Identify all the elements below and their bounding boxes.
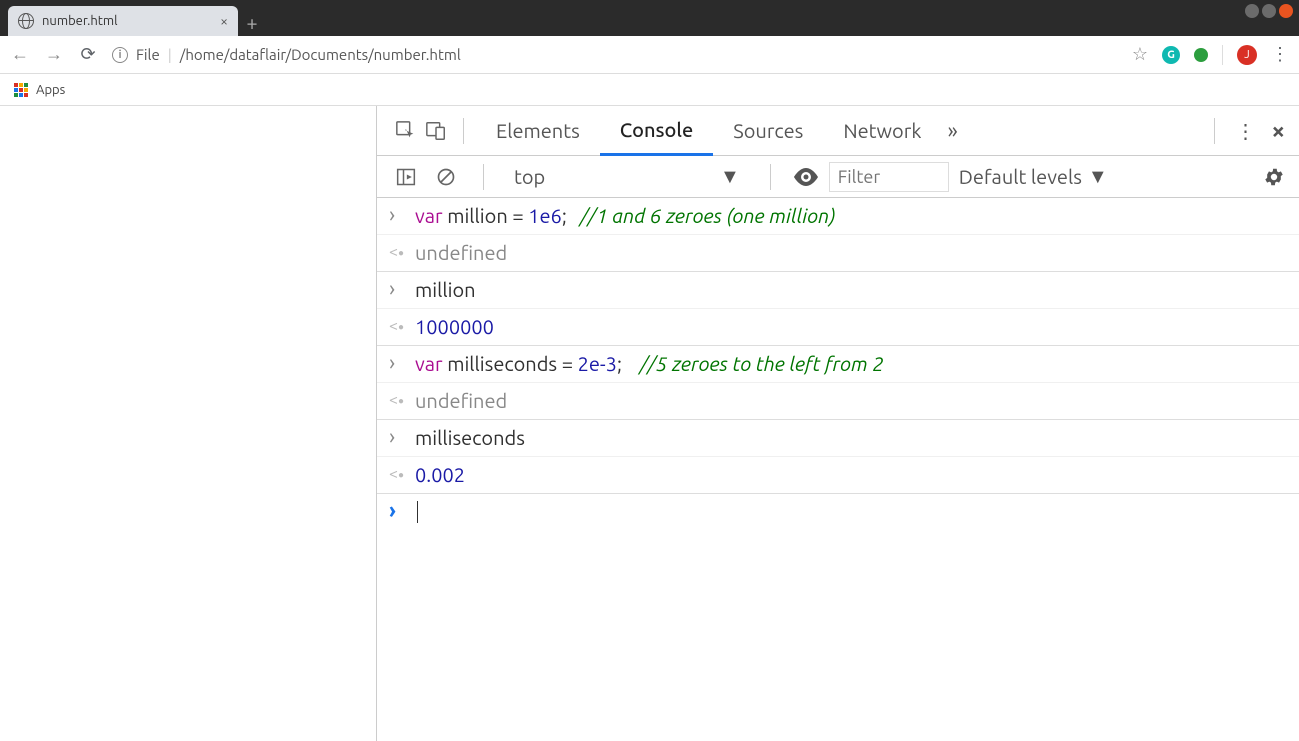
devtools-close-button[interactable]: × [1271, 117, 1285, 144]
profile-avatar[interactable]: J [1237, 45, 1257, 65]
input-marker-icon: › [389, 424, 405, 450]
tab-sources-label: Sources [733, 119, 803, 142]
tab-console-label: Console [620, 118, 693, 141]
console-toolbar: top ▼ Default levels ▼ [377, 156, 1299, 198]
console-settings-icon[interactable] [1263, 166, 1285, 188]
console-sidebar-toggle-icon[interactable] [391, 162, 421, 192]
code-text: undefined [415, 239, 507, 267]
console-output-line: <● 1000000 [377, 309, 1299, 346]
tab-console[interactable]: Console [600, 106, 713, 156]
devtools-menu-button[interactable]: ⋮ [1235, 119, 1255, 143]
code-text: milliseconds [415, 424, 525, 452]
tab-network-label: Network [843, 119, 921, 142]
tab-elements-label: Elements [496, 119, 580, 142]
chrome-menu-button[interactable]: ⋮ [1271, 44, 1289, 65]
code-text: million [415, 276, 476, 304]
devtools-panel: Elements Console Sources Network » ⋮ × t… [377, 106, 1299, 741]
inspect-element-icon[interactable] [391, 116, 421, 146]
grammarly-extension-icon[interactable]: G [1162, 46, 1180, 64]
input-marker-icon: › [389, 350, 405, 376]
live-expression-icon[interactable] [793, 168, 819, 186]
apps-label[interactable]: Apps [36, 83, 65, 97]
browser-tab[interactable]: number.html × [8, 6, 238, 36]
code-text: undefined [415, 387, 507, 415]
console-output-line: <● undefined [377, 235, 1299, 272]
tab-strip: number.html × + [0, 0, 1299, 36]
page-viewport [0, 106, 377, 741]
device-toggle-icon[interactable] [421, 116, 451, 146]
output-marker-icon: <● [389, 461, 405, 488]
main-area: Elements Console Sources Network » ⋮ × t… [0, 106, 1299, 741]
context-label: top [514, 165, 714, 188]
window-controls [1245, 4, 1293, 18]
new-tab-button[interactable]: + [238, 8, 266, 36]
tab-sources[interactable]: Sources [713, 106, 823, 156]
bookmark-star-icon[interactable]: ☆ [1132, 44, 1148, 65]
console-input-line: › var million = 1e6; //1 and 6 zeroes (on… [377, 198, 1299, 235]
code-text: 0.002 [415, 461, 465, 489]
clear-console-icon[interactable] [431, 162, 461, 192]
log-levels-selector[interactable]: Default levels ▼ [959, 164, 1108, 189]
tabs-overflow-icon[interactable]: » [947, 118, 957, 143]
bookmarks-bar: Apps [0, 74, 1299, 106]
forward-button[interactable]: → [44, 44, 64, 65]
toolbar-right: ☆ G J ⋮ [1132, 44, 1289, 65]
url-path: /home/dataflair/Documents/number.html [180, 46, 461, 63]
console-prompt[interactable]: › [377, 494, 1299, 530]
tab-title: number.html [42, 14, 118, 28]
toolbar-divider [1222, 45, 1223, 65]
prompt-marker-icon: › [389, 498, 405, 524]
console-input-line: › million [377, 272, 1299, 309]
toolbar-separator [770, 164, 771, 190]
console-output[interactable]: › var million = 1e6; //1 and 6 zeroes (on… [377, 198, 1299, 741]
extension-green-icon[interactable] [1194, 48, 1208, 62]
output-marker-icon: <● [389, 313, 405, 340]
apps-icon[interactable] [14, 83, 28, 97]
console-input-line: › milliseconds [377, 420, 1299, 457]
execution-context-selector[interactable]: top ▼ [506, 164, 748, 189]
tab-elements[interactable]: Elements [476, 106, 600, 156]
input-marker-icon: › [389, 202, 405, 228]
code-text: var milliseconds = 2e-3; //5 zeroes to t… [415, 350, 884, 378]
window-minimize-button[interactable] [1245, 4, 1259, 18]
globe-icon [18, 13, 34, 29]
code-text: 1000000 [415, 313, 494, 341]
url-scheme-label: File [136, 46, 160, 63]
window-close-button[interactable] [1279, 4, 1293, 18]
output-marker-icon: <● [389, 239, 405, 266]
url-separator: | [168, 46, 172, 63]
chevron-down-icon: ▼ [1088, 164, 1108, 189]
tab-network[interactable]: Network [823, 106, 941, 156]
console-output-line: <● 0.002 [377, 457, 1299, 494]
address-bar: ← → ⟳ i File | /home/dataflair/Documents… [0, 36, 1299, 74]
site-info-icon[interactable]: i [112, 47, 128, 63]
back-button[interactable]: ← [10, 44, 30, 65]
log-levels-label: Default levels [959, 165, 1082, 188]
reload-button[interactable]: ⟳ [78, 44, 98, 65]
console-filter-input[interactable] [829, 162, 949, 192]
output-marker-icon: <● [389, 387, 405, 414]
text-caret [417, 501, 418, 523]
chevron-down-icon: ▼ [720, 164, 740, 189]
console-input-line: › var milliseconds = 2e-3; //5 zeroes to … [377, 346, 1299, 383]
toolbar-separator [483, 164, 484, 190]
code-text: var million = 1e6; //1 and 6 zeroes (one… [415, 202, 836, 230]
console-output-line: <● undefined [377, 383, 1299, 420]
devtools-separator [1214, 118, 1215, 144]
console-input[interactable] [415, 498, 418, 526]
tab-close-button[interactable]: × [220, 13, 228, 29]
devtools-tabs: Elements Console Sources Network » ⋮ × [377, 106, 1299, 156]
window-maximize-button[interactable] [1262, 4, 1276, 18]
devtools-separator [463, 118, 464, 144]
url-field[interactable]: i File | /home/dataflair/Documents/numbe… [112, 46, 1118, 63]
input-marker-icon: › [389, 276, 405, 302]
